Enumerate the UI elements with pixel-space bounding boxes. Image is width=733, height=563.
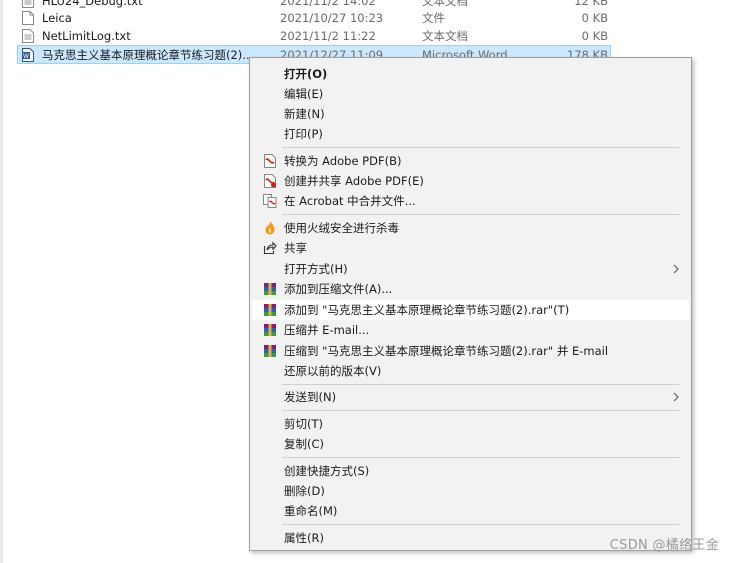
winrar-icon bbox=[264, 345, 276, 357]
submenu-arrow-icon bbox=[673, 264, 679, 274]
menu-item-label: 打开(O) bbox=[284, 67, 328, 81]
menu-item-label: 发送到(N) bbox=[284, 390, 337, 404]
file-size: 0 KB bbox=[581, 29, 608, 43]
menu-item-cut[interactable]: 剪切(T) bbox=[252, 414, 689, 434]
menu-item-restore-previous[interactable]: 还原以前的版本(V) bbox=[252, 361, 689, 381]
file-date: 2021/10/27 10:23 bbox=[280, 11, 384, 25]
svg-text:W: W bbox=[23, 53, 29, 60]
context-menu: 打开(O) 编辑(E) 新建(N) 打印(P) 转换为 Adobe PDF(B)… bbox=[249, 57, 692, 551]
menu-item-convert-pdf[interactable]: 转换为 Adobe PDF(B) bbox=[252, 151, 689, 171]
menu-separator bbox=[282, 384, 679, 385]
menu-separator bbox=[282, 214, 679, 215]
menu-item-print[interactable]: 打印(P) bbox=[252, 124, 689, 144]
menu-item-compress-email[interactable]: 压缩并 E-mail... bbox=[252, 320, 689, 340]
menu-item-label: 创建快捷方式(S) bbox=[284, 464, 370, 478]
adobe-pdf-icon bbox=[264, 154, 276, 168]
menu-item-delete[interactable]: 删除(D) bbox=[252, 481, 689, 501]
menu-item-label: 压缩到 "马克思主义基本原理概论章节练习题(2).rar" 并 E-mail bbox=[284, 344, 609, 358]
text-file-icon bbox=[22, 0, 34, 8]
menu-item-open-with[interactable]: 打开方式(H) bbox=[252, 259, 689, 279]
menu-item-label: 属性(R) bbox=[284, 531, 324, 545]
menu-item-label: 共享 bbox=[284, 241, 307, 255]
menu-item-label: 压缩并 E-mail... bbox=[284, 323, 370, 337]
file-name: Leica bbox=[42, 11, 72, 25]
menu-item-label: 创建并共享 Adobe PDF(E) bbox=[284, 174, 424, 188]
menu-item-label: 剪切(T) bbox=[284, 417, 323, 431]
menu-item-label: 使用火绒安全进行杀毒 bbox=[284, 221, 399, 235]
left-scroll-edge bbox=[0, 0, 3, 563]
menu-item-label: 复制(C) bbox=[284, 437, 325, 451]
menu-item-create-shortcut[interactable]: 创建快捷方式(S) bbox=[252, 461, 689, 481]
file-name: NetLimitLog.txt bbox=[42, 29, 131, 43]
menu-item-new[interactable]: 新建(N) bbox=[252, 104, 689, 124]
menu-item-compress-rar-email[interactable]: 压缩到 "马克思主义基本原理概论章节练习题(2).rar" 并 E-mail bbox=[252, 341, 689, 361]
menu-separator bbox=[282, 524, 679, 525]
menu-item-open[interactable]: 打开(O) bbox=[252, 64, 689, 84]
fire-shield-icon bbox=[265, 221, 275, 235]
file-type: 文本文档 bbox=[422, 29, 468, 43]
menu-item-label: 新建(N) bbox=[284, 107, 325, 121]
menu-item-label: 转换为 Adobe PDF(B) bbox=[284, 154, 402, 168]
menu-item-label: 打印(P) bbox=[284, 127, 323, 141]
word-doc-icon: W bbox=[22, 48, 34, 62]
menu-item-label: 打开方式(H) bbox=[284, 262, 348, 276]
menu-item-edit[interactable]: 编辑(E) bbox=[252, 84, 689, 104]
menu-item-label: 添加到 "马克思主义基本原理概论章节练习题(2).rar"(T) bbox=[284, 303, 570, 317]
text-file-icon bbox=[22, 29, 34, 43]
acrobat-combine-icon bbox=[263, 194, 277, 208]
menu-item-share[interactable]: 共享 bbox=[252, 238, 689, 258]
adobe-pdf-share-icon bbox=[264, 174, 276, 188]
menu-item-copy[interactable]: 复制(C) bbox=[252, 434, 689, 454]
submenu-arrow-icon bbox=[673, 392, 679, 402]
menu-item-label: 添加到压缩文件(A)... bbox=[284, 282, 393, 296]
file-row[interactable]: NetLimitLog.txt 2021/11/2 11:22 文本文档 0 K… bbox=[18, 27, 610, 45]
menu-separator bbox=[282, 410, 679, 411]
winrar-icon bbox=[264, 324, 276, 336]
menu-item-create-share-pdf[interactable]: 创建并共享 Adobe PDF(E) bbox=[252, 171, 689, 191]
winrar-icon bbox=[264, 304, 276, 316]
winrar-icon bbox=[264, 283, 276, 295]
menu-item-send-to[interactable]: 发送到(N) bbox=[252, 387, 689, 407]
menu-item-label: 删除(D) bbox=[284, 484, 325, 498]
file-type: 文件 bbox=[422, 11, 445, 25]
menu-separator bbox=[282, 147, 679, 148]
menu-item-add-to-archive[interactable]: 添加到压缩文件(A)... bbox=[252, 279, 689, 299]
file-name: 马克思主义基本原理概论章节练习题(2).... bbox=[42, 48, 257, 62]
file-size: 0 KB bbox=[581, 11, 608, 25]
menu-item-rename[interactable]: 重命名(M) bbox=[252, 501, 689, 521]
share-icon bbox=[263, 241, 277, 255]
menu-item-label: 在 Acrobat 中合并文件... bbox=[284, 194, 416, 208]
menu-item-huorong-scan[interactable]: 使用火绒安全进行杀毒 bbox=[252, 218, 689, 238]
menu-item-label: 重命名(M) bbox=[284, 504, 338, 518]
watermark: CSDN @橘络王金 bbox=[609, 538, 719, 553]
menu-item-label: 编辑(E) bbox=[284, 87, 324, 101]
menu-separator bbox=[282, 457, 679, 458]
menu-item-label: 还原以前的版本(V) bbox=[284, 364, 382, 378]
file-row[interactable]: Leica 2021/10/27 10:23 文件 0 KB bbox=[18, 9, 610, 27]
menu-item-add-to-rar[interactable]: 添加到 "马克思主义基本原理概论章节练习题(2).rar"(T) bbox=[252, 300, 689, 320]
file-date: 2021/11/2 11:22 bbox=[280, 29, 376, 43]
menu-item-acrobat-combine[interactable]: 在 Acrobat 中合并文件... bbox=[252, 191, 689, 211]
file-icon bbox=[22, 11, 34, 25]
